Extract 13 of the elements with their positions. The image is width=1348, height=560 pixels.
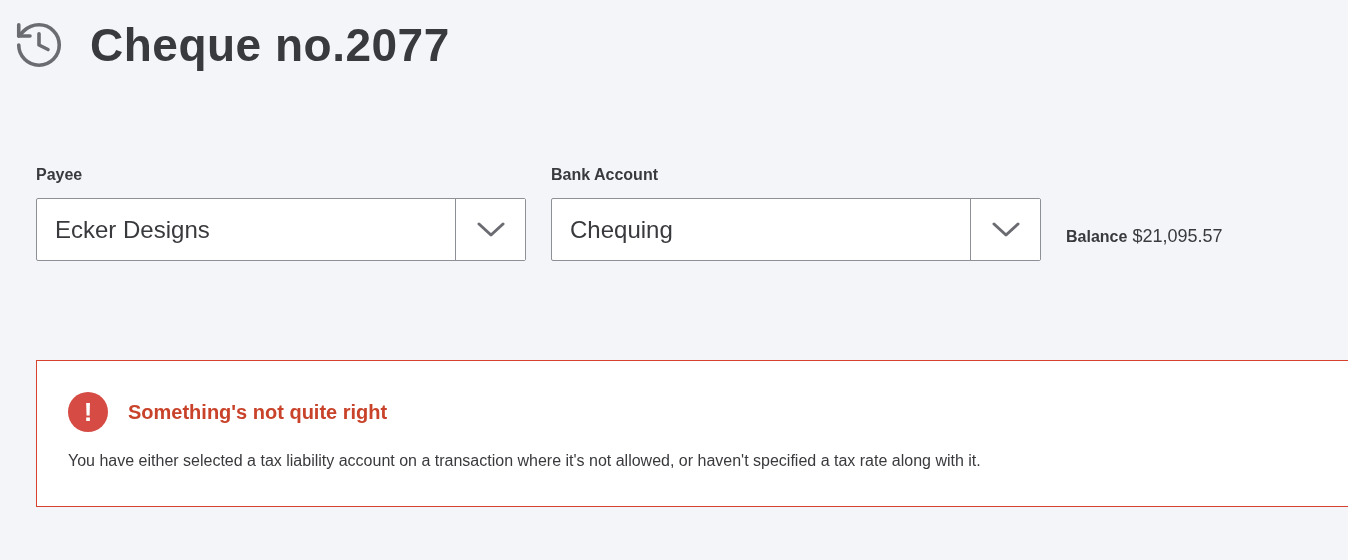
dropdown-button[interactable] bbox=[970, 199, 1040, 260]
field-label: Payee bbox=[36, 166, 84, 184]
alert-title: Something's not quite right bbox=[128, 400, 388, 424]
dropdown-button[interactable] bbox=[455, 199, 525, 260]
chevron-down-icon bbox=[991, 221, 1020, 238]
field-label: Bank Account bbox=[551, 166, 659, 184]
page-title: Cheque no.2077 bbox=[90, 18, 450, 72]
select-field[interactable]: Chequing bbox=[551, 198, 1041, 261]
balance-text: Balance $21,095.57 bbox=[1066, 226, 1223, 247]
error-icon: ! bbox=[68, 392, 108, 432]
chevron-down-icon bbox=[476, 221, 505, 238]
alert-message: You have either selected a tax liability account on a transaction where it's not allowed, or haven't specified a tax rate along with it. bbox=[68, 452, 982, 470]
select-field[interactable]: Ecker Designs bbox=[36, 198, 526, 261]
